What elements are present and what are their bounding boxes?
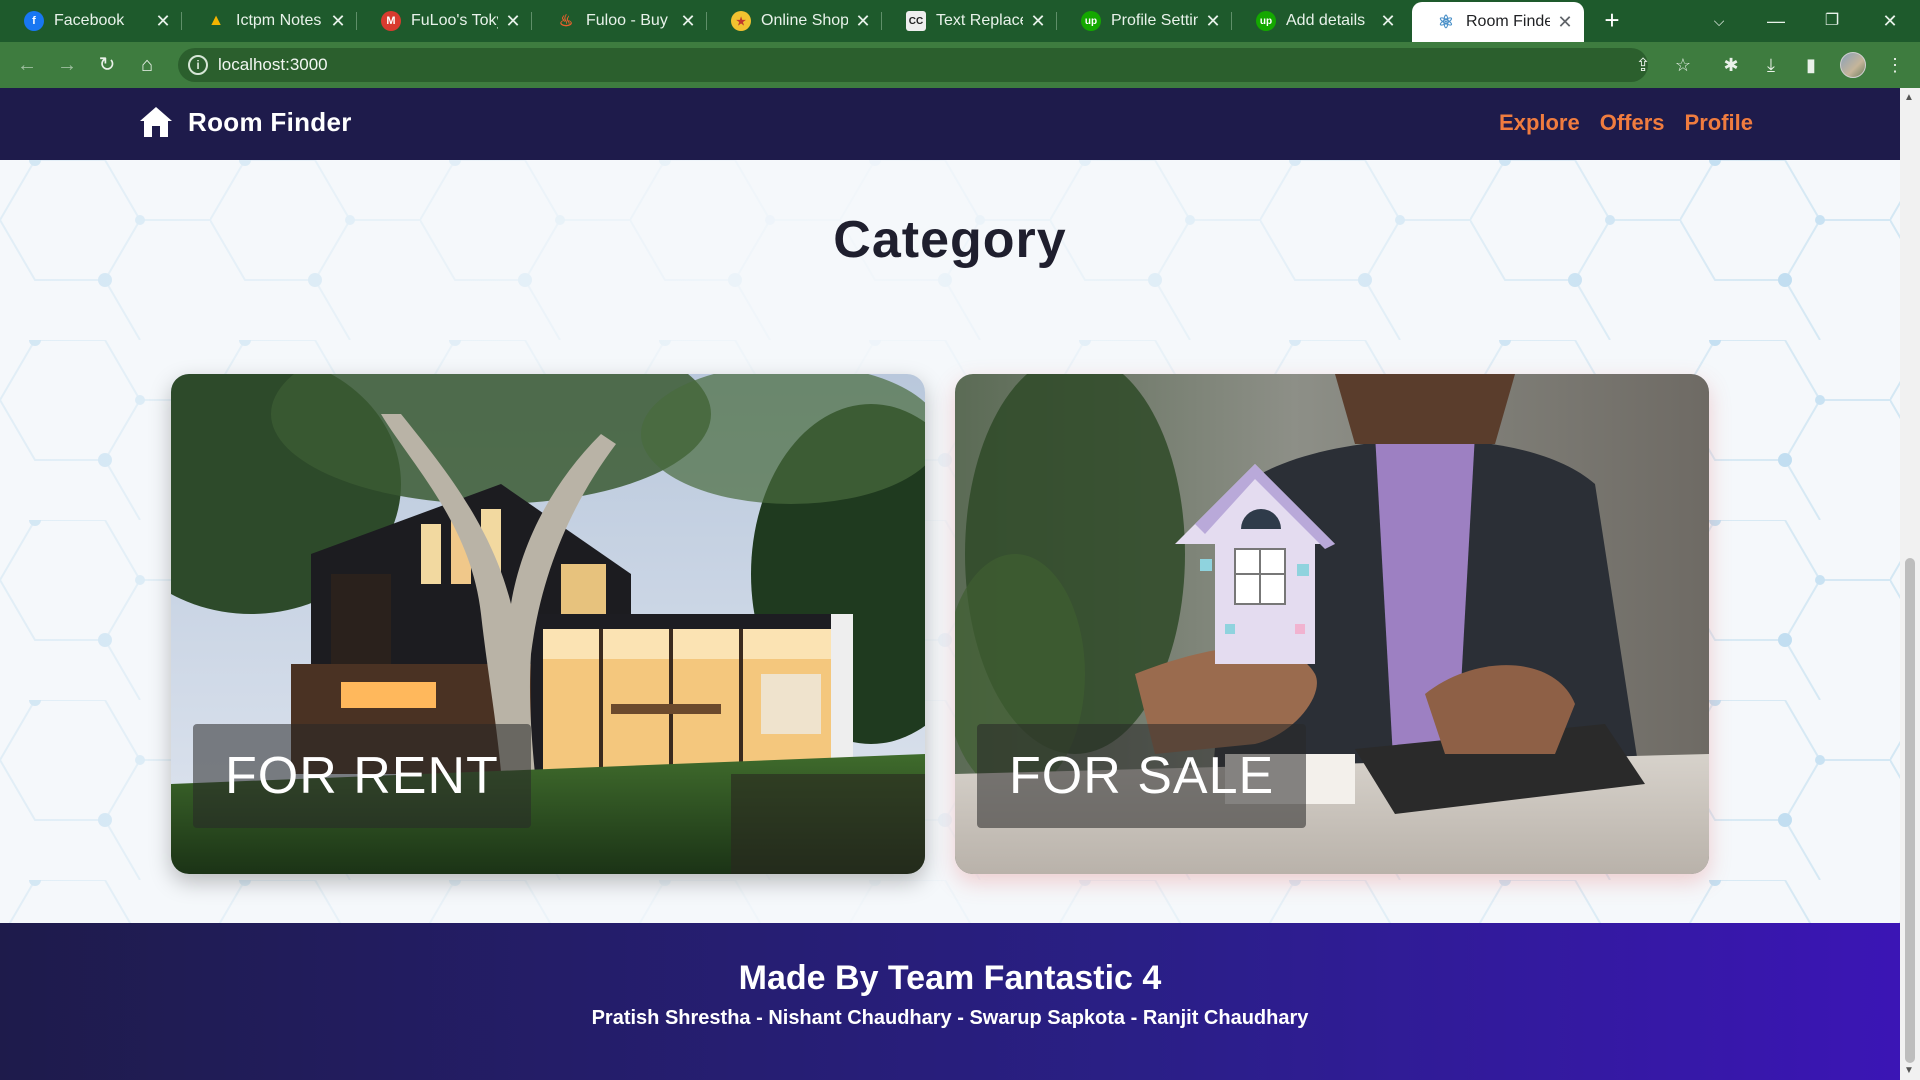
- share-icon[interactable]: ⇪: [1628, 50, 1658, 80]
- restore-button[interactable]: ❐: [1808, 6, 1856, 36]
- tab-title: Fuloo - Buy Fu: [586, 12, 673, 29]
- nav-link-explore[interactable]: Explore: [1499, 110, 1580, 136]
- brand-name: Room Finder: [188, 106, 352, 137]
- url-text[interactable]: localhost:3000: [218, 55, 328, 75]
- tab-add-details[interactable]: up Add details ✕: [1232, 0, 1407, 42]
- close-icon[interactable]: ✕: [1029, 11, 1047, 32]
- star-icon: ★: [731, 11, 751, 31]
- page-title: Category: [833, 211, 1067, 269]
- tab-title: Facebook: [54, 12, 125, 29]
- cc-icon: CC: [906, 11, 926, 31]
- web-page: Room Finder Explore Offers Profile Categ…: [0, 88, 1900, 1080]
- nav-links: Explore Offers Profile: [1499, 110, 1753, 136]
- menu-kebab-icon[interactable]: ⋮: [1880, 50, 1910, 80]
- tab-ictpm-notes[interactable]: ▲ Ictpm Notes a ✕: [182, 0, 357, 42]
- close-icon[interactable]: ✕: [154, 11, 172, 32]
- flame-icon: ♨: [558, 13, 574, 30]
- tab-title: Ictpm Notes a: [236, 12, 323, 29]
- upwork-icon: up: [1081, 11, 1101, 31]
- tab-fuloo-buy[interactable]: ♨ Fuloo - Buy Fu ✕: [532, 0, 707, 42]
- tab-room-finder[interactable]: ⚛ Room Finder ✕: [1412, 2, 1584, 42]
- facebook-icon: f: [24, 11, 44, 31]
- scrollbar-thumb[interactable]: [1905, 558, 1915, 1063]
- tab-text-replacement[interactable]: CC Text Replacem ✕: [882, 0, 1057, 42]
- extensions-icon[interactable]: ✱: [1716, 50, 1746, 80]
- home-icon[interactable]: ⌂: [132, 50, 162, 80]
- tab-title: Add details: [1286, 12, 1366, 29]
- profile-avatar[interactable]: [1840, 52, 1866, 78]
- house-icon: [140, 107, 172, 137]
- tab-title: Online Shoppi: [761, 12, 848, 29]
- reload-icon[interactable]: ↻: [92, 50, 122, 80]
- tab-title: FuLoo's Tokyo: [411, 12, 498, 29]
- footer-team-names: Pratish Shrestha - Nishant Chaudhary - S…: [591, 1007, 1309, 1029]
- tab-profile-setting[interactable]: up Profile Setting ✕: [1057, 0, 1232, 42]
- window-close-button[interactable]: ✕: [1866, 6, 1914, 36]
- new-tab-button[interactable]: +: [1598, 7, 1626, 35]
- forward-icon[interactable]: →: [52, 50, 82, 80]
- category-card-rent[interactable]: FOR RENT: [171, 374, 925, 874]
- react-icon: ⚛: [1437, 11, 1455, 32]
- bookmark-star-icon[interactable]: ☆: [1668, 50, 1698, 80]
- tab-online-shopping[interactable]: ★ Online Shoppi ✕: [707, 0, 882, 42]
- download-icon[interactable]: ⤓: [1756, 50, 1786, 80]
- brand-logo[interactable]: Room Finder: [138, 104, 352, 140]
- site-info-icon[interactable]: i: [188, 55, 208, 75]
- nav-link-profile[interactable]: Profile: [1685, 110, 1753, 136]
- tab-facebook[interactable]: f Facebook ✕: [0, 0, 182, 42]
- browser-tab-strip: f Facebook ✕ ▲ Ictpm Notes a ✕ M FuLoo's…: [0, 0, 1920, 42]
- upwork-icon: up: [1256, 11, 1276, 31]
- close-icon[interactable]: ✕: [1556, 12, 1574, 33]
- back-icon[interactable]: ←: [12, 50, 42, 80]
- page-scrollbar[interactable]: ▲ ▼: [1900, 88, 1920, 1080]
- minimize-button[interactable]: —: [1752, 6, 1800, 36]
- category-card-sale[interactable]: FOR SALE: [955, 374, 1709, 874]
- side-panel-icon[interactable]: ▮: [1796, 50, 1826, 80]
- close-icon[interactable]: ✕: [679, 11, 697, 32]
- close-icon[interactable]: ✕: [854, 11, 872, 32]
- drive-icon: ▲: [208, 12, 224, 29]
- scroll-up-icon[interactable]: ▲: [1904, 92, 1914, 103]
- tab-title: Profile Setting: [1111, 12, 1198, 29]
- close-icon[interactable]: ✕: [1379, 11, 1397, 32]
- close-icon[interactable]: ✕: [1204, 11, 1222, 32]
- close-icon[interactable]: ✕: [329, 11, 347, 32]
- shop-icon: M: [381, 11, 401, 31]
- site-navbar: Room Finder Explore Offers Profile: [0, 88, 1900, 160]
- address-bar[interactable]: i localhost:3000: [178, 48, 1648, 82]
- site-footer: Made By Team Fantastic 4 Pratish Shresth…: [0, 923, 1900, 1080]
- card-label-sale[interactable]: FOR SALE: [977, 724, 1307, 828]
- footer-title: Made By Team Fantastic 4: [738, 959, 1162, 997]
- close-icon[interactable]: ✕: [504, 11, 522, 32]
- tab-title: Room Finder: [1466, 13, 1550, 30]
- tab-search-icon[interactable]: ⌵: [1695, 6, 1743, 36]
- card-label-rent[interactable]: FOR RENT: [193, 724, 531, 828]
- tab-title: Text Replacem: [936, 12, 1023, 29]
- scroll-down-icon[interactable]: ▼: [1904, 1065, 1914, 1076]
- nav-link-offers[interactable]: Offers: [1600, 110, 1665, 136]
- tab-fuloos-tokyo[interactable]: M FuLoo's Tokyo ✕: [357, 0, 532, 42]
